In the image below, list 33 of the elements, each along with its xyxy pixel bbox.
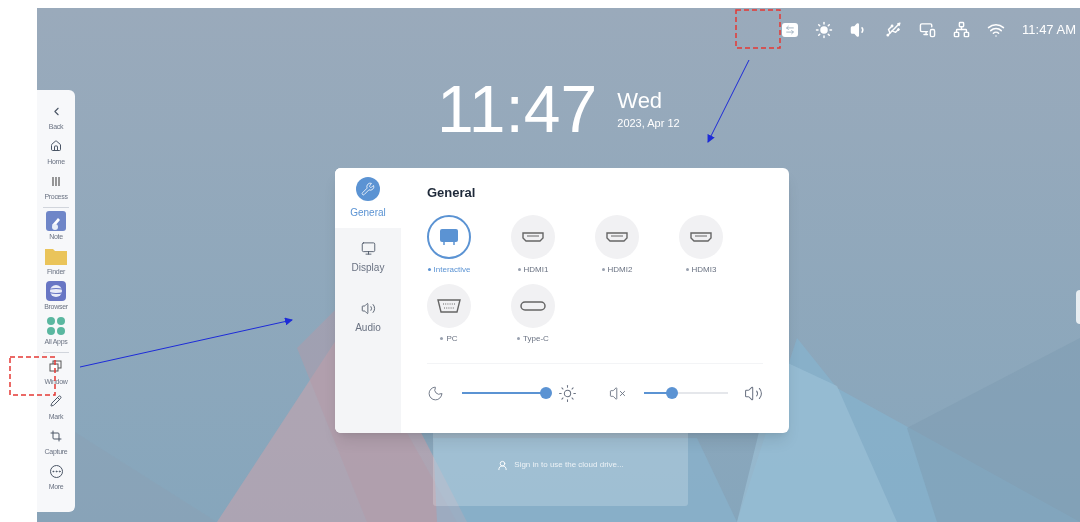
general-icon: [356, 176, 380, 201]
vga-port-icon: [437, 298, 461, 313]
network-icon[interactable]: [953, 21, 971, 39]
brightness-icon[interactable]: [815, 20, 834, 39]
browser-app-icon: [46, 281, 66, 301]
mute-icon: [609, 384, 626, 402]
screen-icon: [439, 227, 459, 246]
windows-icon: [49, 360, 63, 372]
panel-title: General: [427, 184, 477, 202]
bars-icon: [51, 175, 61, 187]
capture-icon: [50, 430, 62, 442]
weekday: Wed: [617, 87, 664, 115]
pencil-icon: [50, 395, 62, 407]
folder-icon: [45, 247, 67, 265]
apps-grid-icon: [46, 316, 66, 336]
hdmi-port-icon: [605, 230, 629, 243]
user-icon: [497, 459, 509, 471]
note-app-icon: [46, 211, 66, 231]
sun-icon: [558, 383, 577, 403]
settings-tab[interactable]: General: [335, 168, 401, 228]
audio-icon: [360, 301, 376, 316]
moon-icon: [427, 384, 444, 402]
usb-c-port-icon: [520, 299, 546, 312]
devices-icon[interactable]: [919, 21, 937, 39]
clock-time: 11:47: [437, 76, 598, 142]
date: 2023, Apr 12: [617, 115, 680, 131]
dashed-box: [735, 9, 781, 49]
display-icon: [360, 241, 376, 256]
usb-icon[interactable]: [885, 21, 903, 39]
status-time: 11:47 AM: [1022, 21, 1076, 39]
home-icon: [50, 140, 62, 152]
hdmi-port-icon: [521, 230, 545, 243]
hdmi-port-icon: [689, 230, 713, 243]
